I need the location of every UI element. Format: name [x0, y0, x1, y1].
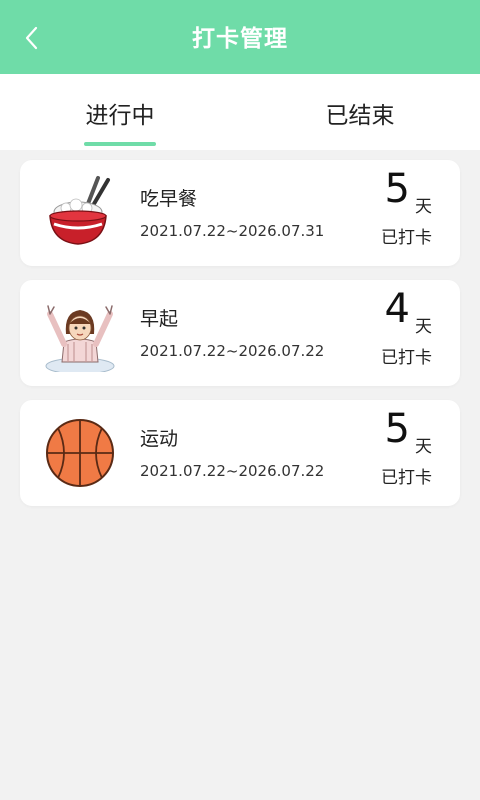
- checkin-count: 5: [384, 166, 410, 212]
- habit-date-range: 2021.07.22~2026.07.31: [140, 222, 325, 240]
- checkin-status: 已打卡: [381, 468, 432, 488]
- rice-bowl-icon: [49, 176, 110, 245]
- checkin-count: 5: [384, 406, 410, 452]
- checkin-count: 4: [384, 286, 410, 332]
- habit-name: 运动: [140, 428, 179, 450]
- active-tab-indicator: [84, 142, 156, 146]
- habit-name: 早起: [140, 308, 179, 330]
- habit-date-range: 2021.07.22~2026.07.22: [140, 462, 325, 480]
- tab-ended-label: 已结束: [325, 103, 395, 129]
- habit-card-exercise[interactable]: 运动 2021.07.22~2026.07.22 5 天 已打卡: [20, 400, 460, 506]
- page-title: 打卡管理: [192, 26, 288, 52]
- checkin-unit: 天: [415, 437, 432, 457]
- tab-ended[interactable]: 已结束: [260, 74, 460, 150]
- habit-card-wake-early[interactable]: 早起 2021.07.22~2026.07.22 4 天 已打卡: [20, 280, 460, 386]
- habit-name: 吃早餐: [140, 188, 198, 210]
- basketball-icon: [46, 419, 114, 487]
- checkin-status: 已打卡: [381, 348, 432, 368]
- habit-card-breakfast[interactable]: 吃早餐 2021.07.22~2026.07.31 5 天 已打卡: [20, 160, 460, 266]
- checkin-unit: 天: [415, 197, 432, 217]
- tab-in-progress-label: 进行中: [85, 103, 155, 129]
- checkin-unit: 天: [415, 317, 432, 337]
- checkin-status: 已打卡: [381, 228, 432, 248]
- tab-bar: 进行中 已结束: [0, 74, 480, 150]
- tab-in-progress[interactable]: 进行中: [20, 74, 220, 150]
- wake-up-girl-icon: [45, 305, 115, 372]
- title-bar: 打卡管理: [0, 0, 480, 74]
- habit-date-range: 2021.07.22~2026.07.22: [140, 342, 325, 360]
